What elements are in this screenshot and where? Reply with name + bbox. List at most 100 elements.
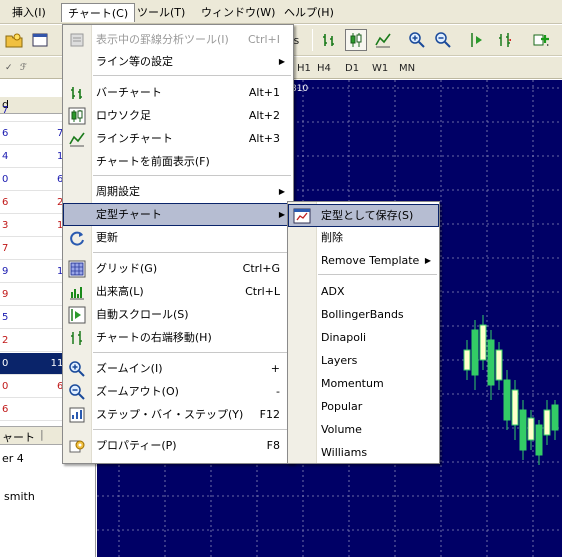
zoom-out-icon[interactable] xyxy=(432,29,454,51)
timeframe-d1[interactable]: D1 xyxy=(341,60,363,77)
template-menu-item-0[interactable]: 定型として保存(S) xyxy=(288,204,439,227)
row-cell: 5 xyxy=(2,312,9,323)
template-menu-item-10[interactable]: Williams xyxy=(288,441,439,464)
menu-item-label: バーチャート xyxy=(96,86,162,99)
submenu-arrow-icon: ▶ xyxy=(278,210,285,219)
chart-menu-item-11[interactable]: 自動スクロール(S) xyxy=(63,303,293,326)
timeframe-mn[interactable]: MN xyxy=(395,60,419,77)
menu-separator xyxy=(93,352,291,353)
candlestick-icon[interactable] xyxy=(345,29,367,51)
zoom-in-icon[interactable] xyxy=(406,29,428,51)
template-menu-item-8[interactable]: Popular xyxy=(288,395,439,418)
chart-menu-item-9[interactable]: グリッド(G) Ctrl+G xyxy=(63,257,293,280)
row-cell: 9 xyxy=(2,266,9,277)
template-menu-item-2[interactable]: Remove Template ▶ xyxy=(288,249,439,272)
object-list-icon xyxy=(67,30,87,49)
zoom-out-icon xyxy=(67,382,87,401)
submenu-arrow-icon: ▶ xyxy=(278,187,285,196)
template-menu-item-5[interactable]: Dinapoli xyxy=(288,326,439,349)
line-chart-icon[interactable] xyxy=(372,29,394,51)
template-menu-item-4[interactable]: BollingerBands xyxy=(288,303,439,326)
timeframe-h4[interactable]: H4 xyxy=(313,60,335,77)
candle-body xyxy=(535,424,543,456)
menu-item-shortcut: + xyxy=(270,362,280,375)
chart-menu-item-3[interactable]: ロウソク足 Alt+2 xyxy=(63,104,293,127)
menu-item-label: Popular xyxy=(321,400,363,413)
menu-item-label: Momentum xyxy=(321,377,384,390)
menu-item-label: ラインチャート xyxy=(96,132,173,145)
chart-menu-item-7[interactable]: 定型チャート ▶ xyxy=(63,203,293,226)
template-menu-item-7[interactable]: Momentum xyxy=(288,372,439,395)
menu-item-shortcut: F8 xyxy=(266,439,280,452)
row-cell: 6 xyxy=(2,128,9,139)
chart-menu-item-15[interactable]: ステップ・バイ・ステップ(Y) F12 xyxy=(63,403,293,426)
menu-item-shortcut: F12 xyxy=(259,408,280,421)
menu-item-label: Layers xyxy=(321,354,358,367)
menu-item-label: チャートを前面表示(F) xyxy=(96,155,210,168)
candle-body xyxy=(471,329,479,376)
candle-body xyxy=(551,404,559,431)
menu-item-label: ズームアウト(O) xyxy=(96,385,179,398)
row-cell: 6 xyxy=(2,404,9,415)
menu-window[interactable]: ウィンドウ(W) xyxy=(195,3,281,22)
menu-chart[interactable]: チャート(C) xyxy=(61,3,136,22)
folder-icon[interactable] xyxy=(3,29,25,51)
menu-help[interactable]: ヘルプ(H) xyxy=(278,3,340,22)
candle-body xyxy=(527,417,535,441)
crosshair-icon[interactable]: ✓ xyxy=(1,60,17,77)
navigator-item[interactable]: smith xyxy=(4,490,35,503)
chart-menu-item-12[interactable]: チャートの右端移動(H) xyxy=(63,326,293,349)
menu-separator xyxy=(318,274,437,275)
chart-menu-item-16[interactable]: プロパティー(P) F8 xyxy=(63,434,293,457)
grid-icon xyxy=(67,259,87,278)
row-cell: 6 xyxy=(2,197,9,208)
bar-chart-icon[interactable] xyxy=(318,29,340,51)
menu-separator xyxy=(93,429,291,430)
chart-shift-icon[interactable] xyxy=(494,29,516,51)
row-cell: 9 xyxy=(2,289,9,300)
template-submenu: 定型として保存(S) 削除 Remove Template ▶ ADX Bollinger… xyxy=(287,201,440,464)
menu-item-label: 定型として保存(S) xyxy=(321,209,414,222)
chart-menu-item-14[interactable]: ズームアウト(O) - xyxy=(63,380,293,403)
menu-item-label: Williams xyxy=(321,446,368,459)
menu-item-shortcut: Alt+2 xyxy=(248,109,280,122)
menu-tools[interactable]: ツール(T) xyxy=(131,3,191,22)
menu-item-shortcut: Alt+3 xyxy=(248,132,280,145)
timeframe-h1[interactable]: H1 xyxy=(293,60,315,77)
chart-menu-item-5[interactable]: チャートを前面表示(F) xyxy=(63,150,293,173)
menu-item-label: ステップ・バイ・ステップ(Y) xyxy=(96,408,244,421)
add-indicator-icon[interactable] xyxy=(530,29,552,51)
menu-item-label: 表示中の罫線分析ツール(I) xyxy=(96,33,229,46)
menu-item-label: 更新 xyxy=(96,231,118,244)
template-menu-item-1[interactable]: 削除 xyxy=(288,226,439,249)
menu-item-label: ADX xyxy=(321,285,345,298)
navigator-item[interactable]: er 4 xyxy=(2,452,24,465)
chart-menu-item-8[interactable]: 更新 xyxy=(63,226,293,249)
menu-item-label: プロパティー(P) xyxy=(96,439,177,452)
template-menu-item-9[interactable]: Volume xyxy=(288,418,439,441)
chart-menu-item-10[interactable]: 出来高(L) Ctrl+L xyxy=(63,280,293,303)
chart-menu-item-13[interactable]: ズームイン(I) + xyxy=(63,357,293,380)
timeframe-w1[interactable]: W1 xyxy=(368,60,392,77)
row-cell: 0 xyxy=(2,174,9,185)
auto-scroll-icon[interactable] xyxy=(467,29,489,51)
candle-body xyxy=(519,409,527,451)
window-icon[interactable] xyxy=(29,29,51,51)
tab-chart[interactable]: ャート xyxy=(2,429,35,445)
template-menu-item-6[interactable]: Layers xyxy=(288,349,439,372)
menu-insert[interactable]: 挿入(I) xyxy=(6,3,52,22)
chart-menu-item-2[interactable]: バーチャート Alt+1 xyxy=(63,81,293,104)
chart-menu-item-1[interactable]: ライン等の設定 ▶ xyxy=(63,50,293,73)
candle-body xyxy=(503,379,511,421)
zoom-in-icon xyxy=(67,359,87,378)
candle-body xyxy=(511,389,519,426)
candle-body xyxy=(487,339,495,386)
submenu-arrow-icon: ▶ xyxy=(424,256,431,265)
template-menu-item-3[interactable]: ADX xyxy=(288,280,439,303)
fibonacci-icon[interactable]: ℱ xyxy=(16,60,31,77)
menu-item-shortcut: - xyxy=(276,385,280,398)
chart-menu-item-6[interactable]: 周期設定 ▶ xyxy=(63,180,293,203)
menu-item-label: 出来高(L) xyxy=(96,285,144,298)
chart-menu-item-4[interactable]: ラインチャート Alt+3 xyxy=(63,127,293,150)
menu-item-label: ロウソク足 xyxy=(96,109,151,122)
